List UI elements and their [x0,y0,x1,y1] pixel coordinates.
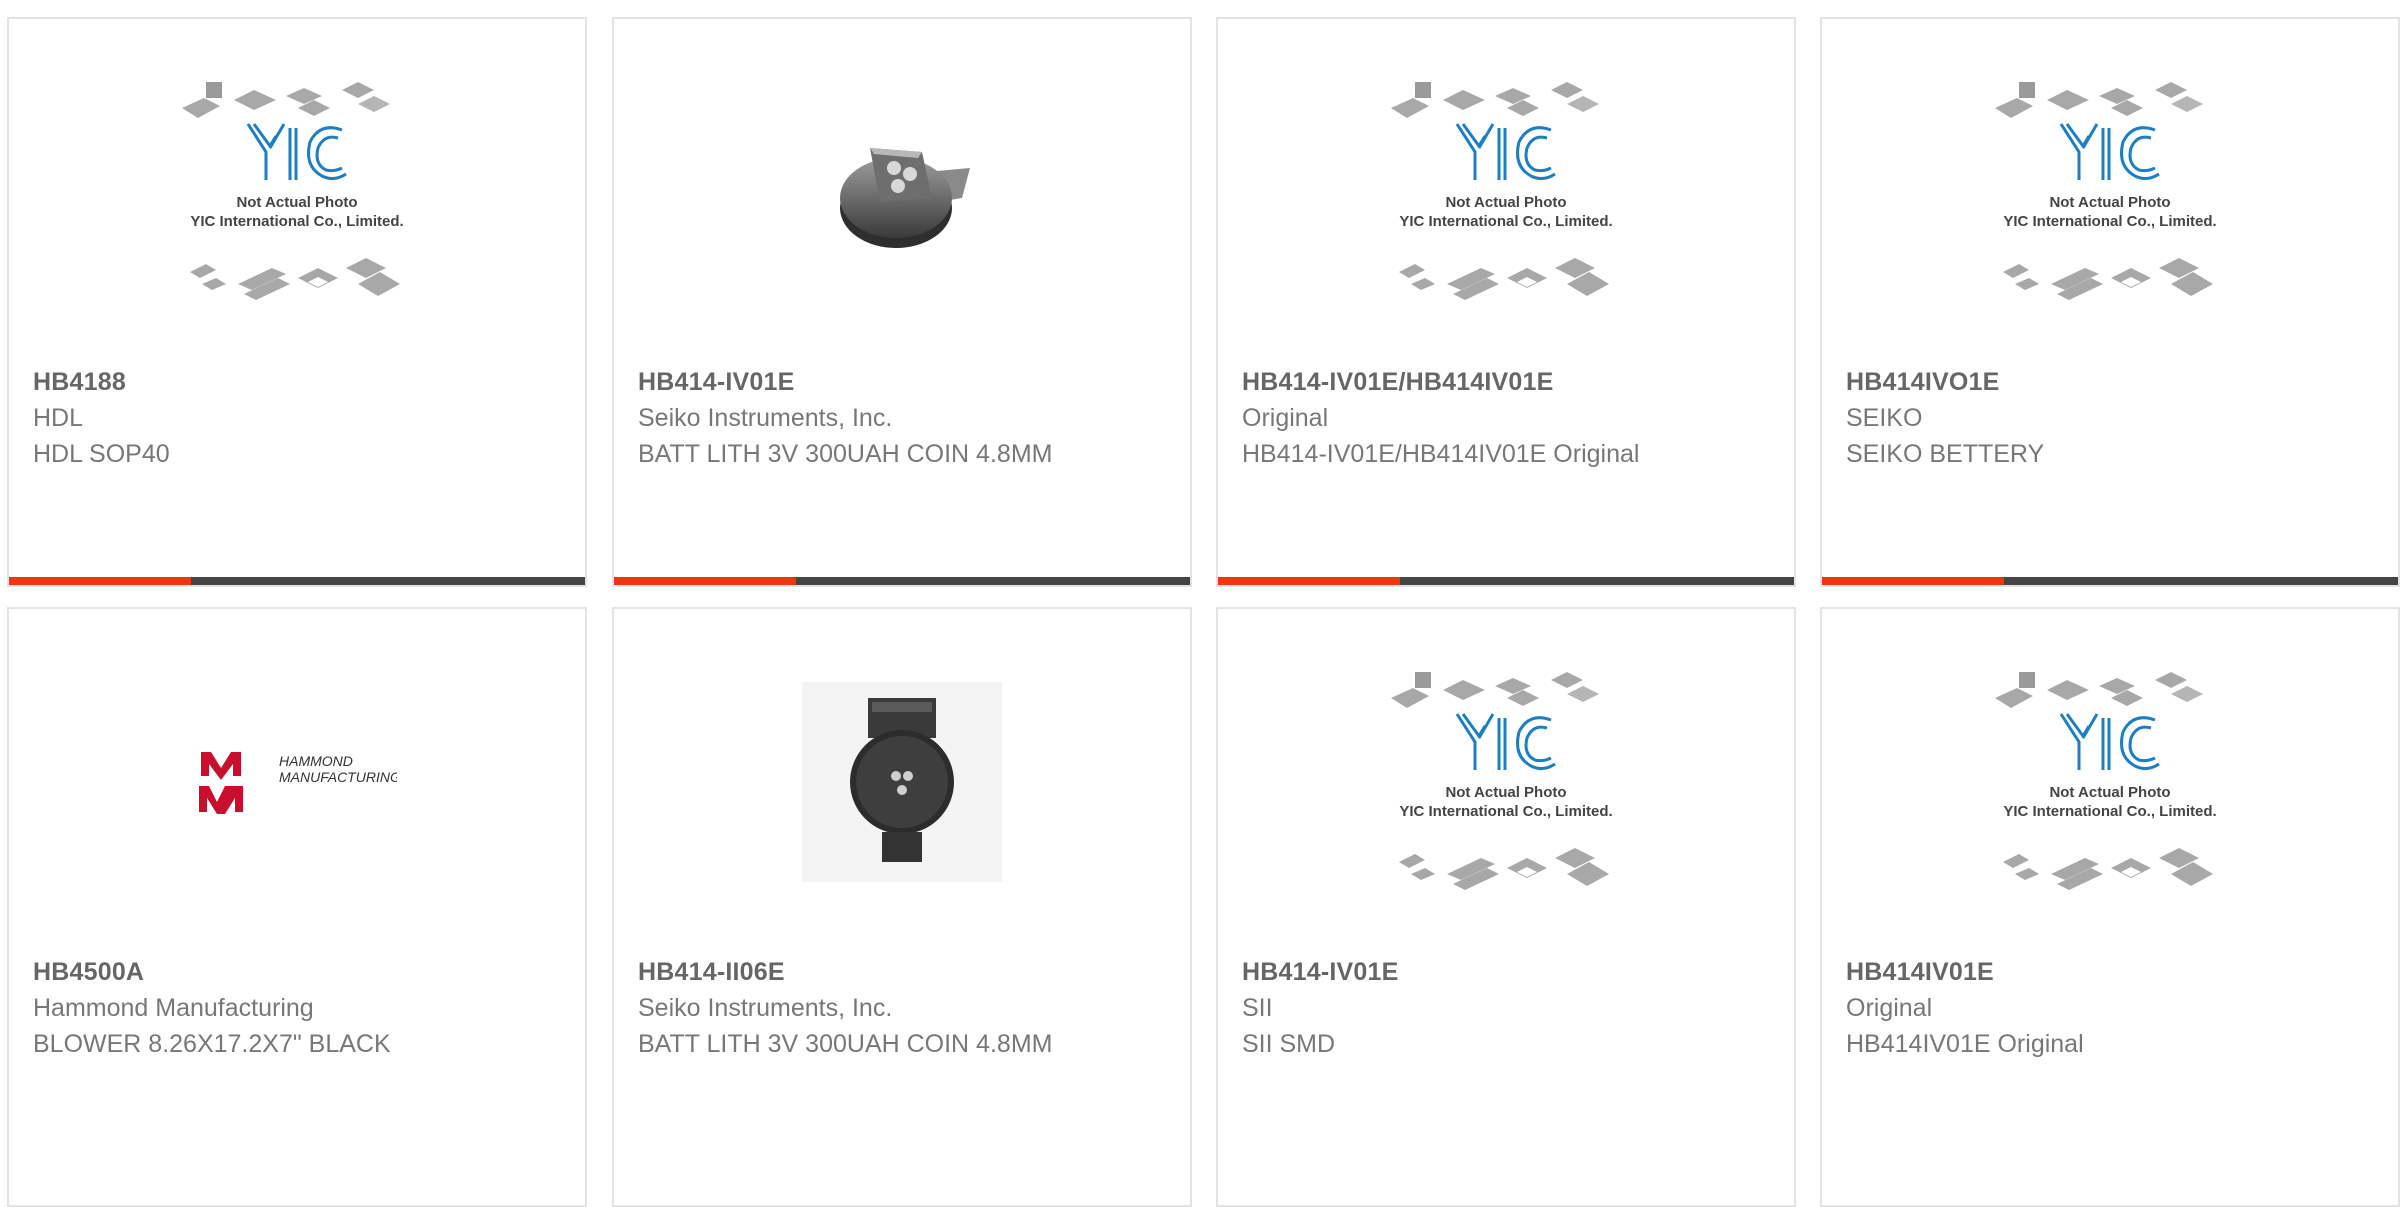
part-number-link[interactable]: HB4500A [33,954,561,990]
manufacturer: Seiko Instruments, Inc. [638,404,893,432]
product-info: HB4500A Hammond Manufacturing BLOWER 8.26X… [33,954,561,1062]
image-caption: Not Actual Photo [2049,194,2170,211]
product-image[interactable]: HAMMOND MANUFACTURING. [9,609,585,954]
product-card[interactable]: Not Actual Photo YIC International Co., … [1216,607,1796,1207]
card-progress-accent [614,577,796,585]
manufacturer: Seiko Instruments, Inc. [638,994,893,1022]
description: HDL SOP40 [33,440,170,468]
product-image[interactable]: Not Actual Photo YIC International Co., … [1218,19,1794,364]
part-number-link[interactable]: HB414-IV01E/HB414IV01E [1242,364,1770,400]
description: BATT LITH 3V 300UAH COIN 4.8MM [638,1030,1053,1058]
card-progress-accent [1218,577,1400,585]
product-info: HB414IV01E Original HB414IV01E Original [1846,954,2374,1062]
product-info: HB414IVO1E SEIKO SEIKO BETTERY [1846,364,2374,472]
manufacturer: SEIKO [1846,404,1923,432]
image-caption: YIC International Co., Limited. [190,213,403,230]
image-caption: Not Actual Photo [2049,784,2170,801]
not-actual-photo-icon: Not Actual Photo YIC International Co., … [1995,81,2217,300]
product-card[interactable]: Not Actual Photo YIC International Co., … [1820,17,2400,587]
product-image[interactable]: Not Actual Photo YIC International Co., … [1822,609,2398,954]
product-image[interactable] [614,609,1190,954]
description: HB414-IV01E/HB414IV01E Original [1242,440,1640,468]
part-number-link[interactable]: HB414-IV01E [1242,954,1770,990]
description: BATT LITH 3V 300UAH COIN 4.8MM [638,440,1053,468]
manufacturer: HDL [33,404,84,432]
card-progress-bar [614,577,1190,585]
part-number-link[interactable]: HB414IVO1E [1846,364,2374,400]
logo-text: MANUFACTURING. [279,769,397,785]
coin-battery-photo [840,147,970,248]
card-progress-accent [1822,577,2004,585]
hammond-logo: HAMMOND MANUFACTURING. [199,751,397,814]
description: BLOWER 8.26X17.2X7" BLACK [33,1030,391,1058]
part-number-link[interactable]: HB4188 [33,364,561,400]
card-progress-bar [1822,577,2398,585]
product-card[interactable]: Not Actual Photo YIC International Co., … [7,17,587,587]
description: SII SMD [1242,1030,1336,1058]
image-caption: YIC International Co., Limited. [2003,803,2216,820]
product-card[interactable]: HB414-II06E Seiko Instruments, Inc. BATT L… [612,607,1192,1207]
image-caption: YIC International Co., Limited. [1399,803,1612,820]
manufacturer: SII [1242,994,1273,1022]
product-image[interactable]: Not Actual Photo YIC International Co., … [1822,19,2398,364]
product-info: HB414-IV01E SII SII SMD [1242,954,1770,1062]
product-info: HB414-IV01E Seiko Instruments, Inc. BATT L… [638,364,1166,472]
product-card[interactable]: HB414-IV01E Seiko Instruments, Inc. BATT L… [612,17,1192,587]
product-card[interactable]: Not Actual Photo YIC International Co., … [1820,607,2400,1207]
description: SEIKO BETTERY [1846,440,2045,468]
product-info: HB414-II06E Seiko Instruments, Inc. BATT L… [638,954,1166,1062]
battery-top-photo [802,681,1002,882]
image-caption: Not Actual Photo [236,194,357,211]
part-number-link[interactable]: HB414-IV01E [638,364,1166,400]
product-image[interactable] [614,19,1190,364]
product-card[interactable]: Not Actual Photo YIC International Co., … [1216,17,1796,587]
part-number-link[interactable]: HB414-II06E [638,954,1166,990]
description: HB414IV01E Original [1846,1030,2084,1058]
product-grid: Not Actual Photo YIC International Co., … [0,0,2400,1207]
not-actual-photo-icon: Not Actual Photo YIC International Co., … [182,81,404,300]
card-progress-bar [1218,577,1794,585]
not-actual-photo-icon: Not Actual Photo YIC International Co., … [1391,81,1613,300]
card-progress-accent [9,577,191,585]
logo-text: HAMMOND [279,753,353,769]
manufacturer: Original [1242,404,1329,432]
manufacturer: Hammond Manufacturing [33,994,314,1022]
card-progress-bar [9,577,585,585]
image-caption: YIC International Co., Limited. [2003,213,2216,230]
image-caption: Not Actual Photo [1445,784,1566,801]
product-card[interactable]: HAMMOND MANUFACTURING. HB4500A Hammond Ma… [7,607,587,1207]
part-number-link[interactable]: HB414IV01E [1846,954,2374,990]
image-caption: Not Actual Photo [1445,194,1566,211]
image-caption: YIC International Co., Limited. [1399,213,1612,230]
manufacturer: Original [1846,994,1933,1022]
product-info: HB414-IV01E/HB414IV01E Original HB414-IV01… [1242,364,1770,472]
product-image[interactable]: Not Actual Photo YIC International Co., … [1218,609,1794,954]
not-actual-photo-icon: Not Actual Photo YIC International Co., … [1995,671,2217,890]
product-info: HB4188 HDL HDL SOP40 [33,364,561,472]
product-image[interactable]: Not Actual Photo YIC International Co., … [9,19,585,364]
not-actual-photo-icon: Not Actual Photo YIC International Co., … [1391,671,1613,890]
